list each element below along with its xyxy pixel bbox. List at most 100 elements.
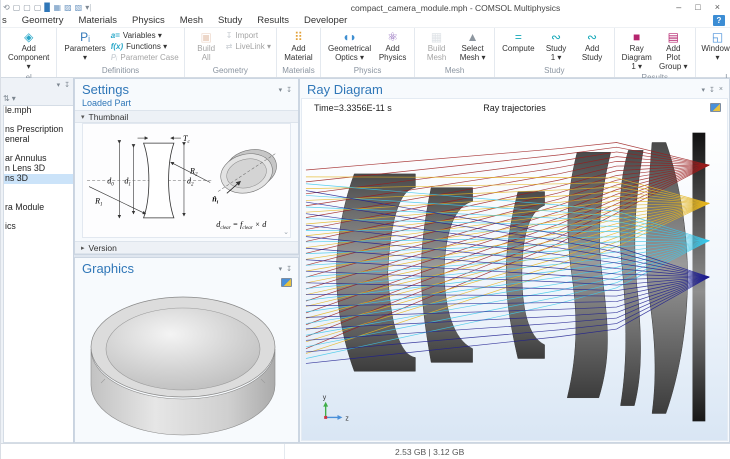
build-icon: ▣ — [200, 30, 212, 44]
ribbon-button-ray-diagram-1[interactable]: ■ Ray Diagram 1 ▾ — [620, 29, 654, 72]
panel-collapse-icon[interactable]: ▾ — [279, 265, 283, 273]
button-label: Add — [385, 44, 400, 53]
toolbar-divider: | — [89, 3, 92, 12]
paste-icon[interactable]: ▢ — [34, 3, 42, 12]
button-label: Diagram 1 ▾ — [621, 53, 652, 71]
panel-pin-icon[interactable]: ↧ — [64, 81, 70, 89]
library-icon[interactable]: ▦ — [54, 3, 62, 12]
windows-icon: ◱ — [711, 30, 724, 44]
section-version[interactable]: ▸ Version — [75, 241, 298, 254]
ribbon-button-variables[interactable]: a= Variables ▾ — [111, 31, 179, 40]
ribbon-button-add-material[interactable]: ⠿ Add Material — [282, 29, 315, 63]
settings-panel: Settings ▾ ↧ Loaded Part ▾ Thumbnail Tc … — [74, 78, 299, 255]
ribbon-button-add-plot-group[interactable]: ▤ Add Plot Group ▾ — [657, 29, 690, 72]
tree-item-eneral[interactable]: eneral — [4, 134, 73, 145]
minimize-button[interactable]: – — [676, 2, 681, 13]
add-icon: ⠿ — [294, 30, 303, 44]
panel-collapse-icon[interactable]: ▾ — [702, 86, 706, 94]
ray-diagram-panel: Ray Diagram ▾ ↧ × Time=3.3356E-11 s Ray … — [299, 78, 730, 443]
ribbon-button-build-mesh[interactable]: ▦ Build Mesh — [420, 29, 453, 63]
ray-plot-area: Time=3.3356E-11 s Ray trajectories y z — [301, 98, 728, 441]
button-label: Physics — [378, 53, 407, 62]
quick-access-toolbar: ⟲ ▢ ▢ ▢ ▉ ▦ ▨ ▧ ▾ — [3, 3, 89, 12]
panel-close-icon[interactable]: × — [719, 86, 723, 94]
menu-tab-materials[interactable]: Materials — [78, 15, 117, 26]
close-button[interactable]: × — [715, 2, 720, 13]
loaded-part-label: Loaded Part — [82, 98, 132, 108]
menu-tab-physics[interactable]: Physics — [132, 15, 165, 26]
snapshot-icon[interactable] — [710, 103, 721, 112]
ribbon-button-geometrical-optics[interactable]: ◖◗ Geometrical Optics ▾ — [326, 29, 373, 63]
undo-icon[interactable]: ⟲ — [3, 3, 10, 12]
panel-pin-icon[interactable]: ↧ — [286, 86, 292, 94]
status-bar: 2.53 GB | 3.12 GB — [1, 443, 730, 459]
window-title: compact_camera_module.mph - COMSOL Multi… — [350, 2, 561, 13]
button-label: Select — [461, 44, 484, 53]
ribbon-button-build-all[interactable]: ▣ Build All — [190, 29, 223, 63]
ribbon-button-import[interactable]: ↧ Import — [226, 31, 271, 40]
button-label: Optics ▾ — [335, 53, 364, 62]
tree-collapse-icon[interactable]: ⇅ — [3, 94, 10, 103]
section-thumbnail[interactable]: ▾ Thumbnail — [75, 110, 298, 123]
ribbon-button-select-mesh[interactable]: ▲ Select Mesh ▾ — [456, 29, 489, 63]
menu-tab-mesh[interactable]: Mesh — [180, 15, 203, 26]
ribbon-button-add-component[interactable]: ◈ Add Component ▾ — [6, 29, 51, 72]
button-label: Add — [21, 44, 36, 53]
ribbon-button-parameter-case[interactable]: Pᵢ Parameter Case — [111, 53, 179, 62]
menu-tab-study[interactable]: Study — [218, 15, 242, 26]
label-tc: Tc — [183, 134, 190, 145]
ribbon-group-label: Physics — [353, 66, 382, 75]
graphics-panel: Graphics ▾ ↧ — [74, 257, 299, 443]
menu-tab-developer[interactable]: Developer — [304, 15, 347, 26]
view-icon[interactable]: ▧ — [75, 3, 83, 12]
panel-pin-icon[interactable]: ↧ — [709, 86, 715, 94]
panel-pin-icon[interactable]: ↧ — [286, 265, 292, 273]
panel-collapse-icon[interactable]: ▾ — [57, 81, 61, 89]
ribbon-button-livelink[interactable]: ⇄ LiveLink ▾ — [226, 42, 271, 51]
memory-usage: 2.53 GB | 3.12 GB — [395, 446, 465, 457]
snapshot-icon[interactable] — [281, 278, 292, 287]
model-icon[interactable]: ▉ — [44, 3, 50, 12]
button-label: Mesh — [426, 53, 447, 62]
button-label: Add Plot — [666, 44, 681, 62]
maximize-button[interactable]: □ — [695, 2, 700, 13]
menu-tab-geometry[interactable]: Geometry — [22, 15, 64, 26]
ribbon-button-add-study[interactable]: ∾ Add Study — [576, 29, 609, 63]
tree-item-ns-3d[interactable]: ns 3D — [4, 173, 73, 184]
add-icon: ∾ — [587, 30, 598, 44]
material-icon[interactable]: ▨ — [64, 3, 72, 12]
add-icon: ⚛ — [387, 30, 398, 44]
compute-icon: = — [514, 30, 522, 44]
tree-item-ra-module[interactable]: ra Module — [4, 202, 73, 213]
import-icon: ↧ — [225, 31, 233, 40]
ribbon-button-compute[interactable]: = Compute — [500, 29, 536, 54]
button-label: Mesh ▾ — [459, 53, 486, 62]
section-label: Version — [88, 242, 117, 253]
ribbon-button-add-physics[interactable]: ⚛ Add Physics — [376, 29, 409, 63]
chevron-right-icon: ▸ — [81, 244, 85, 252]
ribbon-button-study-1[interactable]: ∾ Study 1 ▾ — [540, 29, 573, 63]
label-d1: d1 — [124, 177, 131, 188]
copy-icon[interactable]: ▢ — [23, 3, 31, 12]
help-button[interactable]: ? — [713, 15, 725, 26]
middle-column: Settings ▾ ↧ Loaded Part ▾ Thumbnail Tc … — [74, 78, 299, 443]
lens-element-1 — [336, 173, 416, 372]
label-d0: d0 — [107, 177, 114, 188]
livelink-icon: ⇄ — [225, 42, 233, 51]
ribbon-button-windows[interactable]: ◱Windows▾ — [701, 29, 730, 63]
open-icon[interactable]: ▢ — [13, 3, 21, 12]
ribbon-button-functions[interactable]: f(x) Functions ▾ — [111, 42, 179, 51]
tree-menu-icon[interactable]: ▾ — [12, 94, 16, 103]
menu-tab-results[interactable]: Results — [257, 15, 289, 26]
menu-tab-s[interactable]: s — [2, 15, 7, 26]
ray-icon: ■ — [633, 30, 641, 44]
scrollbar-down-icon[interactable]: ⌄ — [283, 228, 289, 236]
button-label: LiveLink ▾ — [235, 42, 271, 51]
tree-item[interactable] — [4, 184, 73, 194]
button-label: Import — [235, 31, 259, 40]
ribbon-button-parameters[interactable]: Pᵢ Parameters ▾ — [62, 29, 107, 63]
section-label: Thumbnail — [88, 111, 129, 122]
tree-item-ics[interactable]: ics — [4, 222, 73, 232]
panel-collapse-icon[interactable]: ▾ — [279, 86, 283, 94]
tree-item-le-mph[interactable]: le.mph — [4, 106, 73, 116]
